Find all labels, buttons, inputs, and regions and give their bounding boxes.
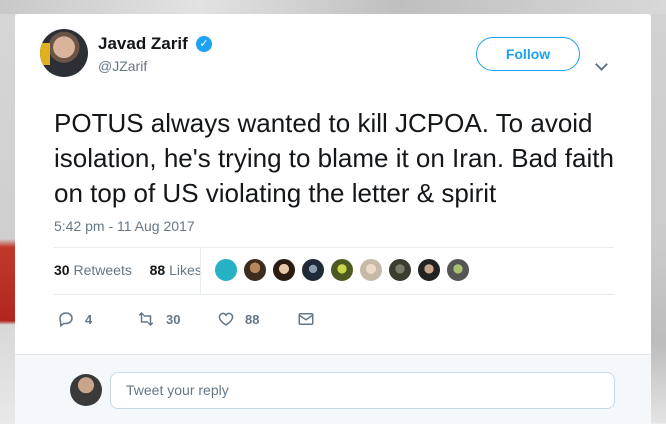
message-icon [298, 313, 314, 325]
liker-avatar[interactable] [214, 258, 238, 282]
current-user-avatar [70, 374, 102, 406]
follow-button[interactable]: Follow [476, 37, 580, 71]
reply-action[interactable]: 4 [57, 308, 92, 330]
engagement-stats: 30 Retweets 88 Likes [54, 262, 202, 278]
reply-input[interactable]: Tweet your reply [110, 372, 615, 409]
verified-icon: ✓ [196, 36, 212, 52]
retweet-icon [138, 311, 154, 327]
author-name[interactable]: Javad Zarif [98, 34, 188, 54]
background-strip [0, 0, 666, 14]
like-action[interactable]: 88 [217, 308, 259, 330]
message-action[interactable] [297, 308, 325, 330]
retweet-count: 30 [166, 311, 181, 327]
retweet-action[interactable]: 30 [136, 308, 180, 330]
reply-icon [59, 312, 73, 328]
tweet-text: POTUS always wanted to kill JCPOA. To av… [54, 108, 614, 208]
reply-count: 4 [85, 311, 93, 327]
retweets-label[interactable]: Retweets [73, 262, 131, 278]
background-right [651, 14, 666, 423]
liker-avatar[interactable] [301, 258, 325, 282]
likes-count[interactable]: 88 [150, 262, 166, 278]
liker-avatar[interactable] [388, 258, 412, 282]
avatar-badge [40, 43, 50, 65]
like-icon [218, 312, 234, 326]
liker-avatar[interactable] [359, 258, 383, 282]
tweet-timestamp[interactable]: 5:42 pm - 11 Aug 2017 [54, 218, 195, 234]
liker-avatar[interactable] [446, 258, 470, 282]
liker-avatar[interactable] [330, 258, 354, 282]
background-left [0, 14, 15, 423]
divider [54, 247, 614, 248]
retweets-count[interactable]: 30 [54, 262, 70, 278]
divider [54, 294, 614, 295]
likes-label[interactable]: Likes [169, 262, 202, 278]
author-handle[interactable]: @JZarif [98, 58, 147, 74]
liker-avatar[interactable] [417, 258, 441, 282]
liker-avatar[interactable] [272, 258, 296, 282]
stats-divider [200, 248, 201, 294]
author-avatar[interactable] [40, 29, 88, 77]
like-count: 88 [245, 311, 260, 327]
liker-avatar[interactable] [243, 258, 267, 282]
